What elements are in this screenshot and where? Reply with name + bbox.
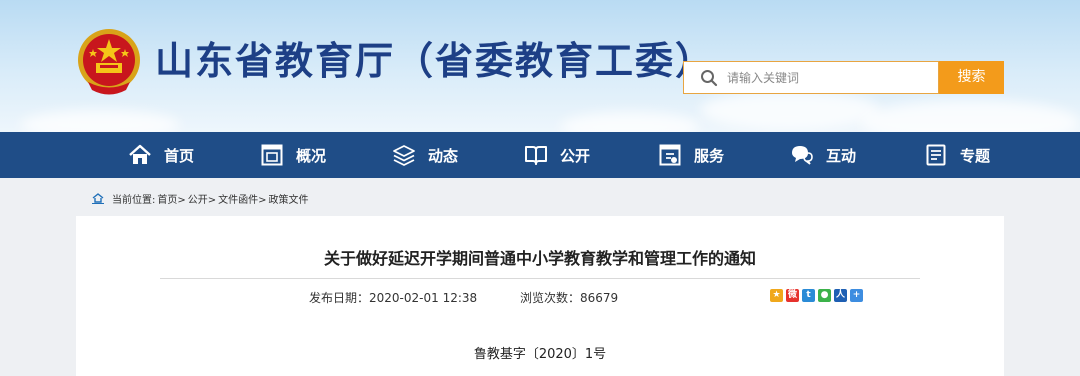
search-box [683, 61, 939, 94]
nav-item-topics[interactable]: 专题 [924, 132, 990, 178]
document-number: 鲁教基字〔2020〕1号 [473, 347, 607, 362]
layers-icon [393, 145, 415, 166]
nav-item-overview[interactable]: 概况 [260, 132, 326, 178]
publish-date: 发布日期：2020-02-01 12:38 [309, 289, 477, 306]
share-bar: ★ 微 t ● 人 + [770, 289, 863, 302]
breadcrumb: 当前位置: 首页> 公开> 文件函件> 政策文件 [92, 190, 311, 206]
main-nav: 首页 概况 动态 公开 服务 互动 专题 [0, 132, 1080, 178]
nav-item-label: 公开 [560, 146, 591, 165]
weibo-icon[interactable]: 微 [786, 289, 799, 302]
service-icon [659, 144, 681, 166]
breadcrumb-prefix: 当前位置: [112, 194, 156, 206]
nav-item-label: 动态 [428, 146, 459, 165]
breadcrumb-policy[interactable]: 政策文件 [269, 191, 309, 206]
search-icon [701, 70, 718, 87]
breadcrumb-public[interactable]: 公开> [188, 191, 216, 206]
article-title: 关于做好延迟开学期间普通中小学教育教学和管理工作的通知 [323, 249, 756, 268]
renren-icon[interactable]: 人 [834, 289, 847, 302]
document-icon [926, 144, 946, 166]
chat-icon [792, 146, 813, 165]
view-count: 浏览次数：86679 [520, 289, 618, 306]
tencent-weibo-icon[interactable]: t [802, 289, 815, 302]
home-icon [129, 144, 151, 164]
nav-item-label: 互动 [826, 146, 857, 165]
publish-date-label: 发布日期： [309, 291, 370, 305]
breadcrumb-home[interactable]: 首页> [157, 191, 185, 206]
more-share-icon[interactable]: + [850, 289, 863, 302]
search-input[interactable] [727, 62, 927, 93]
nav-item-home[interactable]: 首页 [128, 132, 194, 178]
view-count-value: 86679 [580, 291, 619, 305]
nav-item-services[interactable]: 服务 [658, 132, 724, 178]
site-title: 山东省教育厅（省委教育工委） [155, 39, 716, 83]
book-icon [525, 146, 547, 165]
view-count-label: 浏览次数： [520, 291, 581, 305]
wechat-icon[interactable]: ● [818, 289, 831, 302]
nav-item-label: 专题 [960, 146, 991, 165]
qzone-icon[interactable]: ★ [770, 289, 783, 302]
publish-date-value: 2020-02-01 12:38 [369, 291, 478, 305]
nav-item-label: 服务 [694, 146, 725, 165]
nav-item-label: 首页 [164, 146, 195, 165]
search-button[interactable]: 搜索 [939, 61, 1004, 94]
nav-item-label: 概况 [296, 146, 327, 165]
nav-item-news[interactable]: 动态 [392, 132, 458, 178]
site-header: 山东省教育厅（省委教育工委） 搜索 [0, 0, 1080, 132]
national-emblem-icon [78, 29, 140, 95]
window-icon [261, 144, 283, 166]
nav-item-interaction[interactable]: 互动 [790, 132, 856, 178]
breadcrumb-letters[interactable]: 文件函件> [218, 191, 266, 206]
nav-item-public[interactable]: 公开 [524, 132, 590, 178]
title-divider [160, 278, 920, 279]
location-home-icon [92, 193, 104, 204]
